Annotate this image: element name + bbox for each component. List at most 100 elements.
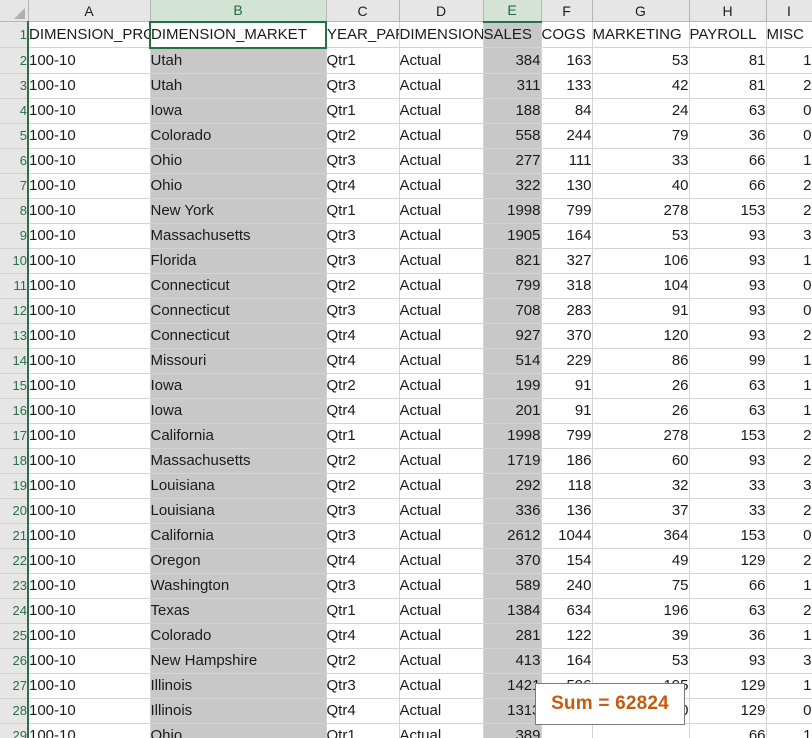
cell-c22[interactable]: Qtr4: [326, 548, 400, 574]
table-row[interactable]: 6 100-10 Ohio Qtr3 Actual 277 111 33 66 1: [0, 148, 812, 174]
table-row[interactable]: 23 100-10 Washington Qtr3 Actual 589 240 75 66 1: [0, 573, 812, 599]
cell-f4[interactable]: 84: [541, 98, 593, 124]
cell-i12[interactable]: 0: [766, 298, 812, 324]
cell-d1[interactable]: DIMENSION_SCENARIO: [399, 21, 484, 48]
cell-g9[interactable]: 53: [592, 223, 690, 249]
cell-d20[interactable]: Actual: [399, 498, 484, 524]
cell-h16[interactable]: 63: [689, 398, 767, 424]
cell-d22[interactable]: Actual: [399, 548, 484, 574]
cell-d6[interactable]: Actual: [399, 148, 484, 174]
row-header-26[interactable]: 26: [0, 648, 29, 674]
cell-a6[interactable]: 100-10: [27, 148, 151, 174]
cell-c13[interactable]: Qtr4: [326, 323, 400, 349]
row-header-23[interactable]: 23: [0, 573, 29, 599]
cell-g19[interactable]: 32: [592, 473, 690, 499]
table-row[interactable]: 13 100-10 Connecticut Qtr4 Actual 927 370 120 93…: [0, 323, 812, 349]
cell-e3[interactable]: 311: [483, 73, 542, 99]
cell-d4[interactable]: Actual: [399, 98, 484, 124]
table-row[interactable]: 8 100-10 New York Qtr1 Actual 1998 799 278 153 2: [0, 198, 812, 224]
cell-c7[interactable]: Qtr4: [326, 173, 400, 199]
cell-i21[interactable]: 0: [766, 523, 812, 549]
cell-a26[interactable]: 100-10: [27, 648, 151, 674]
cell-b23[interactable]: Washington: [150, 573, 327, 599]
cell-d19[interactable]: Actual: [399, 473, 484, 499]
cell-d23[interactable]: Actual: [399, 573, 484, 599]
cell-c12[interactable]: Qtr3: [326, 298, 400, 324]
cell-e6[interactable]: 277: [483, 148, 542, 174]
row-header-27[interactable]: 27: [0, 673, 29, 699]
cell-e28[interactable]: 1313: [483, 698, 542, 724]
cell-h13[interactable]: 93: [689, 323, 767, 349]
cell-b5[interactable]: Colorado: [150, 123, 327, 149]
worksheet-body[interactable]: 1 DIMENSION_PRODUCT DIMENSION_MARKET YEA…: [0, 20, 812, 738]
cell-e17[interactable]: 1998: [483, 423, 542, 449]
cell-i17[interactable]: 2: [766, 423, 812, 449]
cell-c6[interactable]: Qtr3: [326, 148, 400, 174]
cell-b2[interactable]: Utah: [150, 47, 327, 74]
row-header-13[interactable]: 13: [0, 323, 29, 349]
row-header-8[interactable]: 8: [0, 198, 29, 224]
cell-f18[interactable]: 186: [541, 448, 593, 474]
cell-f14[interactable]: 229: [541, 348, 593, 374]
cell-c1[interactable]: YEAR_PARENT: [326, 21, 400, 48]
cell-h26[interactable]: 93: [689, 648, 767, 674]
cell-a27[interactable]: 100-10: [27, 673, 151, 699]
cell-c15[interactable]: Qtr2: [326, 373, 400, 399]
cell-h8[interactable]: 153: [689, 198, 767, 224]
row-header-12[interactable]: 12: [0, 298, 29, 324]
cell-g8[interactable]: 278: [592, 198, 690, 224]
cell-i5[interactable]: 0: [766, 123, 812, 149]
cell-c21[interactable]: Qtr3: [326, 523, 400, 549]
table-row[interactable]: 24 100-10 Texas Qtr1 Actual 1384 634 196 63 2: [0, 598, 812, 624]
cell-a5[interactable]: 100-10: [27, 123, 151, 149]
cell-b7[interactable]: Ohio: [150, 173, 327, 199]
cell-f3[interactable]: 133: [541, 73, 593, 99]
cell-i13[interactable]: 2: [766, 323, 812, 349]
cell-c20[interactable]: Qtr3: [326, 498, 400, 524]
cell-e8[interactable]: 1998: [483, 198, 542, 224]
cell-h14[interactable]: 99: [689, 348, 767, 374]
cell-f7[interactable]: 130: [541, 173, 593, 199]
cell-g15[interactable]: 26: [592, 373, 690, 399]
cell-h17[interactable]: 153: [689, 423, 767, 449]
cell-c18[interactable]: Qtr2: [326, 448, 400, 474]
column-header-g[interactable]: G: [592, 0, 690, 22]
cell-a2[interactable]: 100-10: [27, 47, 151, 74]
cell-a11[interactable]: 100-10: [27, 273, 151, 299]
cell-b15[interactable]: Iowa: [150, 373, 327, 399]
cell-f11[interactable]: 318: [541, 273, 593, 299]
table-row[interactable]: 10 100-10 Florida Qtr3 Actual 821 327 106 93 1: [0, 248, 812, 274]
row-header-10[interactable]: 10: [0, 248, 29, 274]
cell-e22[interactable]: 370: [483, 548, 542, 574]
cell-g22[interactable]: 49: [592, 548, 690, 574]
cell-f15[interactable]: 91: [541, 373, 593, 399]
cell-h19[interactable]: 33: [689, 473, 767, 499]
cell-e27[interactable]: 1421: [483, 673, 542, 699]
cell-c24[interactable]: Qtr1: [326, 598, 400, 624]
cell-a7[interactable]: 100-10: [27, 173, 151, 199]
cell-f16[interactable]: 91: [541, 398, 593, 424]
cell-i26[interactable]: 3: [766, 648, 812, 674]
cell-c28[interactable]: Qtr4: [326, 698, 400, 724]
cell-d24[interactable]: Actual: [399, 598, 484, 624]
table-row[interactable]: 9 100-10 Massachusetts Qtr3 Actual 1905 164 53 9…: [0, 223, 812, 249]
table-row[interactable]: 7 100-10 Ohio Qtr4 Actual 322 130 40 66 2: [0, 173, 812, 199]
cell-f5[interactable]: 244: [541, 123, 593, 149]
cell-b21[interactable]: California: [150, 523, 327, 549]
cell-b14[interactable]: Missouri: [150, 348, 327, 374]
table-row[interactable]: 3 100-10 Utah Qtr3 Actual 311 133 42 81 2: [0, 73, 812, 99]
cell-h25[interactable]: 36: [689, 623, 767, 649]
cell-e7[interactable]: 322: [483, 173, 542, 199]
cell-i15[interactable]: 1: [766, 373, 812, 399]
table-row[interactable]: 26 100-10 New Hampshire Qtr2 Actual 413 164 53 9…: [0, 648, 812, 674]
row-header-6[interactable]: 6: [0, 148, 29, 174]
cell-e11[interactable]: 799: [483, 273, 542, 299]
cell-h3[interactable]: 81: [689, 73, 767, 99]
cell-g14[interactable]: 86: [592, 348, 690, 374]
cell-c5[interactable]: Qtr2: [326, 123, 400, 149]
table-row[interactable]: 1 DIMENSION_PRODUCT DIMENSION_MARKET YEA…: [0, 20, 812, 49]
cell-g10[interactable]: 106: [592, 248, 690, 274]
cell-a13[interactable]: 100-10: [27, 323, 151, 349]
cell-i28[interactable]: 0: [766, 698, 812, 724]
cell-d9[interactable]: Actual: [399, 223, 484, 249]
